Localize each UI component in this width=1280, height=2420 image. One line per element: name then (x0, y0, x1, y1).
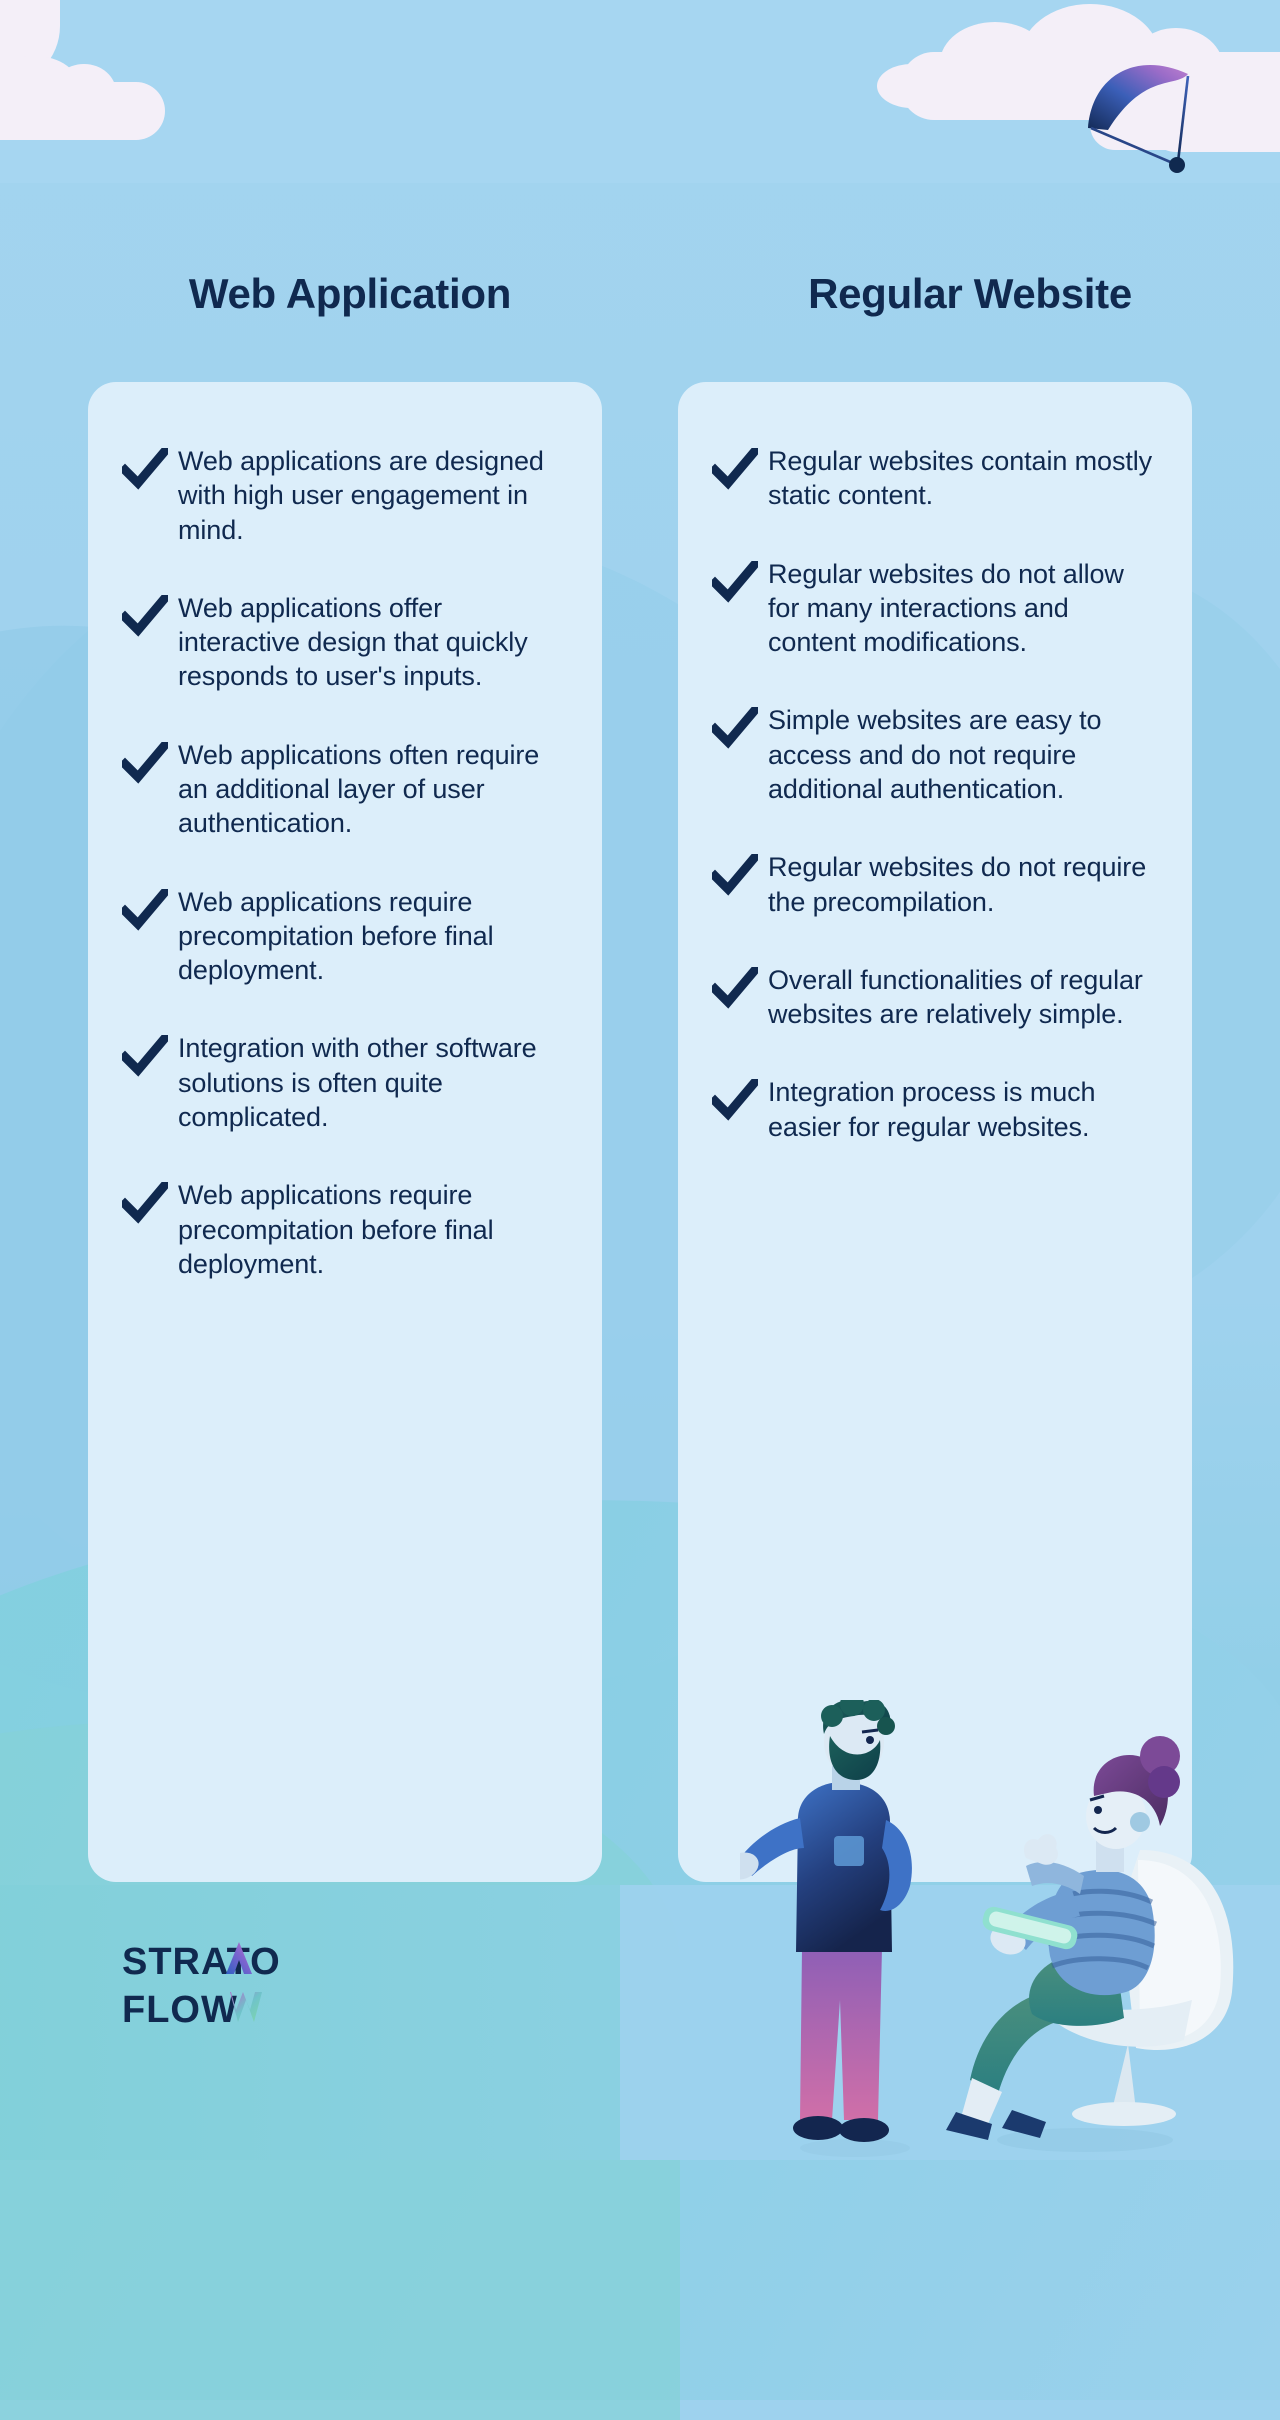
list-item-label: Web applications require precompitation … (178, 1180, 494, 1279)
heading-col-left: Web Application (0, 270, 660, 318)
column-headings: Web Application Regular Website (0, 270, 1280, 318)
list-item-label: Integration with other software solution… (178, 1033, 537, 1132)
check-icon (122, 741, 168, 784)
check-icon (712, 966, 758, 1009)
list-item: Web applications are designed with high … (122, 444, 568, 547)
list-item: Integration process is much easier for r… (712, 1075, 1158, 1144)
page-title-web-application: Web Application (188, 270, 512, 317)
list-item-label: Overall functionalities of regular websi… (768, 964, 1143, 1030)
comparison-cards: Web applications are designed with high … (0, 382, 1280, 1882)
list-item: Web applications require precompitation … (122, 885, 568, 988)
check-icon (712, 448, 758, 490)
stratoflow-logo[interactable]: STRATO FLOW (122, 1938, 322, 2032)
cloud-icon (0, 82, 165, 140)
check-icon (712, 707, 758, 750)
check-icon (712, 560, 758, 603)
list-item-label: Web applications offer interactive desig… (178, 592, 528, 692)
card-web-application: Web applications are designed with high … (88, 382, 602, 1882)
two-people-illustration (740, 1700, 1234, 2157)
list-item-label: Regular websites do not require the prec… (768, 852, 1147, 917)
list-item: Web applications require precompitation … (122, 1178, 568, 1281)
list-item: Web applications often require an additi… (122, 738, 568, 841)
list-item: Integration with other software solution… (122, 1031, 568, 1134)
check-icon (712, 1079, 758, 1122)
list-item-label: Web applications often require an additi… (178, 739, 540, 839)
check-icon (122, 1182, 168, 1224)
list-item-label: Web applications are designed with high … (178, 446, 544, 545)
list-item: Simple websites are easy to access and d… (712, 703, 1158, 806)
check-icon (122, 594, 168, 637)
list-item: Overall functionalities of regular websi… (712, 963, 1158, 1032)
list-item-label: Regular websites contain mostly static c… (768, 446, 1153, 511)
logo-text-line1: STRATO (122, 1941, 281, 1983)
check-icon (122, 1035, 168, 1078)
list-item: Regular websites do not require the prec… (712, 850, 1158, 919)
logo-text-line2: FLOW (122, 1989, 238, 2031)
check-icon (122, 448, 168, 490)
list-item-label: Simple websites are easy to access and d… (768, 705, 1102, 804)
list-item: Regular websites contain mostly static c… (712, 444, 1158, 513)
list-item-label: Integration process is much easier for r… (768, 1077, 1096, 1142)
check-icon (122, 888, 168, 931)
list-item-label: Regular websites do not allow for many i… (768, 558, 1124, 658)
list-item: Regular websites do not allow for many i… (712, 557, 1158, 660)
list-item-label: Web applications require precompitation … (178, 886, 494, 986)
heading-col-right: Regular Website (660, 270, 1280, 318)
check-icon (712, 854, 758, 896)
paraglider-icon (1088, 64, 1190, 173)
card-regular-website: Regular websites contain mostly static c… (678, 382, 1192, 1882)
list-item: Web applications offer interactive desig… (122, 591, 568, 694)
page-title-regular-website: Regular Website (808, 270, 1132, 317)
